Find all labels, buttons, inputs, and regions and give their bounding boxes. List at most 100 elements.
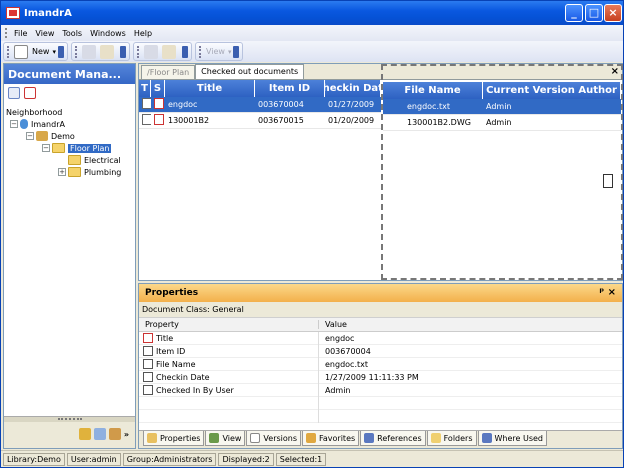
- tree-node-server[interactable]: − ImandrA: [6, 118, 135, 130]
- menu-view[interactable]: View: [35, 29, 54, 38]
- cell-checkin-date: 01/27/2009: [328, 100, 375, 109]
- toolbar-group-edit: [70, 42, 130, 61]
- tab-versions[interactable]: Versions: [246, 431, 302, 446]
- tab-checked-out[interactable]: Checked out documents: [195, 64, 305, 79]
- tab-favorites[interactable]: Favorites: [302, 431, 360, 446]
- cell-author: Admin: [486, 118, 512, 127]
- folder-nav-icon[interactable]: [108, 428, 121, 440]
- copy-icon[interactable]: [143, 44, 158, 59]
- folder-tree: Neighborhood − ImandrA − Demo − Floor Pl…: [4, 106, 135, 178]
- col-checkin-date[interactable]: Checkin Date: [325, 80, 381, 97]
- folder-icon: [68, 167, 81, 177]
- document-class-label: Document Class: General: [139, 302, 622, 318]
- tree-node-plumbing[interactable]: + Plumbing: [6, 166, 135, 178]
- status-group: Group:Administrators: [122, 452, 217, 466]
- refresh-tree-icon[interactable]: [8, 87, 20, 99]
- col-status[interactable]: S: [151, 80, 165, 97]
- tab-folders[interactable]: Folders: [426, 431, 477, 446]
- field-property-icon: [143, 346, 153, 356]
- document-type-icon: [142, 98, 151, 109]
- references-icon: [364, 433, 375, 443]
- new-dropdown-arrow-icon[interactable]: ▾: [52, 48, 56, 56]
- maximize-button[interactable]: □: [585, 4, 603, 22]
- property-row[interactable]: Item ID 003670004: [139, 344, 622, 358]
- property-value: 1/27/2009 11:11:33 PM: [325, 372, 419, 382]
- properties-title: Properties: [145, 288, 199, 298]
- toolbar-group-clipboard: [132, 42, 192, 61]
- view-dropdown-arrow-icon[interactable]: ▾: [228, 48, 232, 56]
- navigation-pane-footer: »: [4, 416, 135, 448]
- document-manager-pane: Document Mana... Neighborhood − ImandrA …: [3, 63, 136, 449]
- expand-icon[interactable]: +: [58, 168, 66, 176]
- properties-header: Properties ᵖ ×: [139, 284, 622, 302]
- status-displayed: Displayed:2: [218, 452, 274, 466]
- menu-file[interactable]: File: [14, 29, 27, 38]
- grid-header: T S Title Item ID Checkin Date: [139, 80, 381, 97]
- tab-where-used[interactable]: Where Used: [477, 431, 548, 446]
- tree-node-root[interactable]: Neighborhood: [6, 106, 135, 118]
- more-chevron-icon[interactable]: »: [124, 430, 129, 439]
- table-row[interactable]: 130001B2.DWG Admin: [383, 115, 621, 131]
- tab-references[interactable]: References: [360, 431, 426, 446]
- refresh-icon[interactable]: [99, 44, 114, 59]
- navigation-buttons: »: [4, 422, 135, 446]
- close-icon[interactable]: ×: [608, 287, 616, 298]
- tab-view[interactable]: View: [205, 431, 246, 446]
- document-list-pane: /Floor Plan Checked out documents T S Ti…: [138, 63, 623, 281]
- title-bar[interactable]: ImandrA _ □ ×: [1, 1, 623, 25]
- property-row[interactable]: Checkin Date 1/27/2009 11:11:33 PM: [139, 370, 622, 384]
- tab-properties[interactable]: Properties: [143, 431, 205, 446]
- tree-label: ImandrA: [31, 119, 65, 129]
- col-type[interactable]: T: [139, 80, 151, 97]
- toolbar-overflow-icon[interactable]: [119, 45, 126, 58]
- menu-help[interactable]: Help: [134, 29, 152, 38]
- col-value[interactable]: Value: [319, 320, 347, 329]
- tree-label: Plumbing: [84, 167, 122, 177]
- new-button[interactable]: New: [32, 47, 49, 56]
- col-item-id[interactable]: Item ID: [255, 80, 325, 97]
- cell-author: Admin: [486, 102, 512, 111]
- folders-icon: [430, 433, 441, 443]
- collapse-icon[interactable]: −: [26, 132, 34, 140]
- table-row[interactable]: engdoc.txt Admin: [383, 99, 621, 115]
- document-icon[interactable]: [24, 87, 36, 99]
- search-nav-icon[interactable]: [93, 428, 106, 440]
- cell-title: 130001B2: [168, 116, 210, 125]
- cut-icon[interactable]: [81, 44, 96, 59]
- col-author[interactable]: Current Version Author: [483, 82, 621, 99]
- collapse-icon[interactable]: −: [10, 120, 18, 128]
- col-title[interactable]: Title: [165, 80, 255, 97]
- paste-icon[interactable]: [161, 44, 176, 59]
- toolbar-overflow-icon[interactable]: [181, 45, 188, 58]
- table-row[interactable]: 130001B2 003670015 01/20/2009: [139, 113, 381, 129]
- tree-node-floor-plan[interactable]: − Floor Plan: [6, 142, 135, 154]
- minimize-button[interactable]: _: [565, 4, 583, 22]
- close-button[interactable]: ×: [604, 4, 622, 22]
- toolbar-group-view: View ▾: [194, 42, 244, 61]
- pin-icon[interactable]: ᵖ: [599, 287, 604, 298]
- view-button[interactable]: View: [206, 47, 225, 56]
- toolbar-overflow-icon[interactable]: [233, 45, 240, 58]
- server-icon: [20, 119, 28, 129]
- tree-node-electrical[interactable]: Electrical: [6, 154, 135, 166]
- tab-floor-plan[interactable]: /Floor Plan: [141, 65, 196, 79]
- checked-out-status-icon: [154, 98, 164, 109]
- property-row[interactable]: File Name engdoc.txt: [139, 357, 622, 371]
- toolbar-overflow-icon[interactable]: [57, 45, 64, 58]
- menu-tools[interactable]: Tools: [62, 29, 82, 38]
- property-row[interactable]: Title engdoc: [139, 331, 622, 345]
- menu-windows[interactable]: Windows: [90, 29, 126, 38]
- tree-node-library[interactable]: − Demo: [6, 130, 135, 142]
- col-property[interactable]: Property: [139, 320, 319, 329]
- collapse-icon[interactable]: −: [42, 144, 50, 152]
- col-file-name[interactable]: File Name: [383, 82, 483, 99]
- cell-item-id: 003670015: [258, 116, 304, 125]
- property-row[interactable]: Checked In By User Admin: [139, 383, 622, 397]
- drawing-type-icon: [142, 114, 151, 125]
- table-row[interactable]: engdoc 003670004 01/27/2009: [139, 97, 381, 113]
- library-nav-icon[interactable]: [78, 428, 91, 440]
- app-window: ImandrA _ □ × File View Tools Windows He…: [0, 0, 624, 468]
- close-icon[interactable]: ×: [611, 66, 619, 77]
- status-library: Library:Demo: [3, 452, 65, 466]
- drag-cursor-icon: [603, 174, 613, 188]
